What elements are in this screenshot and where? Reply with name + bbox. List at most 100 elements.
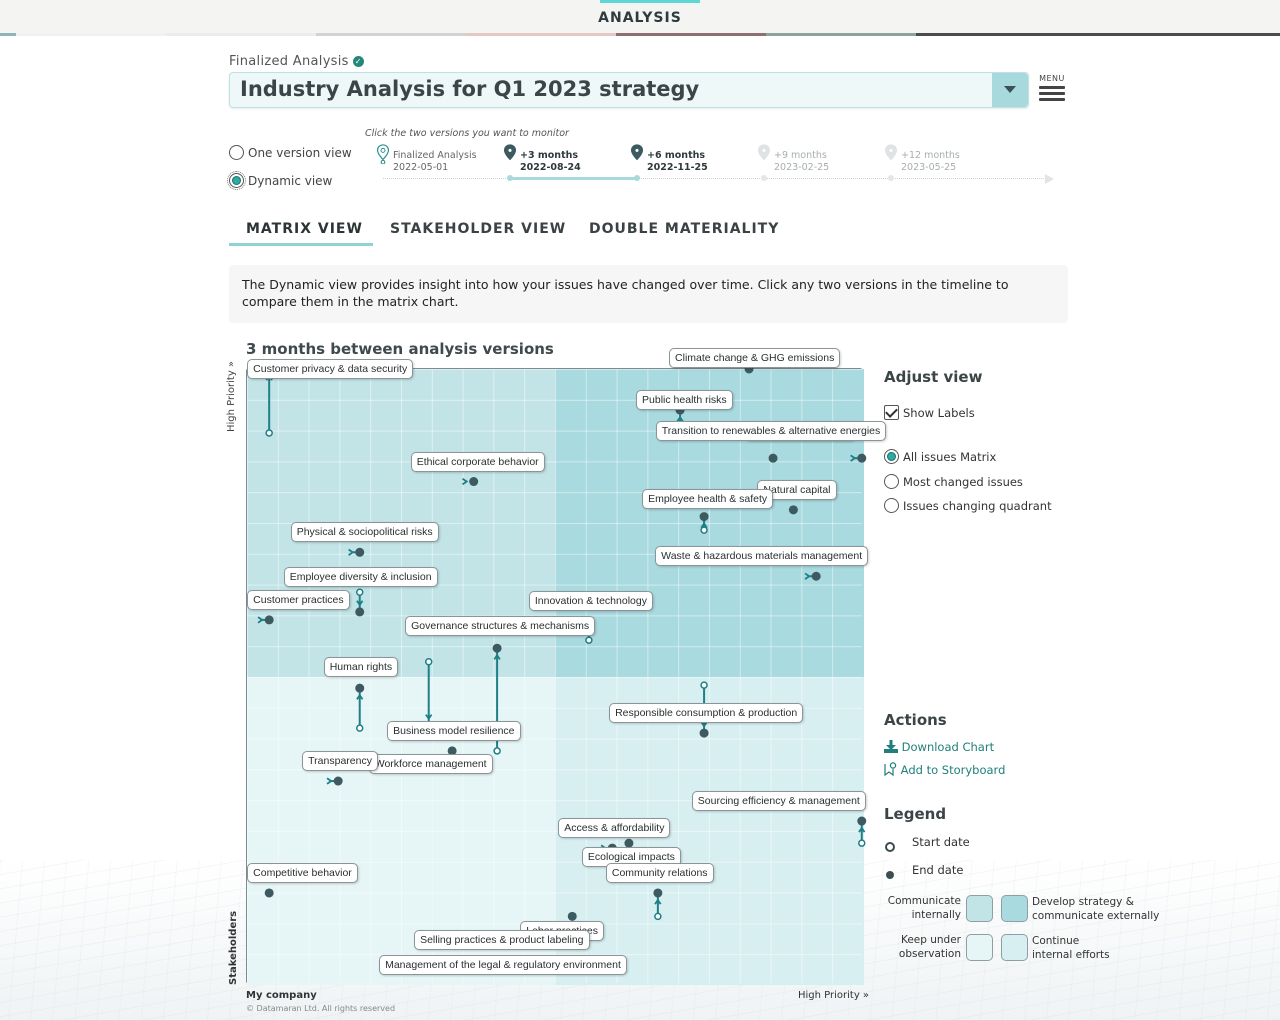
adjust-view-title-wrap: Adjust view xyxy=(884,368,982,386)
legend-quadrant-swatch xyxy=(966,895,993,922)
issue-label[interactable]: Transition to renewables & alternative e… xyxy=(655,421,887,442)
analysis-status: Finalized Analysis ✓ xyxy=(229,54,364,69)
filter-all-issues[interactable]: All issues Matrix xyxy=(884,449,996,464)
issue-label[interactable]: Employee health & safety xyxy=(642,488,774,509)
analysis-title: Industry Analysis for Q1 2023 strategy xyxy=(240,77,700,101)
issue-label[interactable]: Workforce management xyxy=(368,753,493,774)
verified-check-icon: ✓ xyxy=(352,56,364,67)
start-point xyxy=(355,588,364,596)
legend-quadrant-label-line: Develop strategy & xyxy=(1032,896,1134,908)
map-pin-icon xyxy=(757,144,771,161)
color-stripe-segment xyxy=(466,33,616,36)
menu-button[interactable]: MENU xyxy=(1038,74,1066,101)
radio-most-changed[interactable] xyxy=(884,474,899,489)
issue-label[interactable]: Employee diversity & inclusion xyxy=(283,566,438,587)
add-to-storyboard-label: Add to Storyboard xyxy=(900,763,1006,777)
issue-label[interactable]: Access & affordability xyxy=(558,818,671,839)
issue-label[interactable]: Business model resilience xyxy=(387,720,521,741)
issue-label[interactable]: Management of the legal & regulatory env… xyxy=(379,954,627,975)
issue-marker[interactable] xyxy=(699,512,709,534)
radio-changing-quadrant[interactable] xyxy=(884,498,899,513)
legend-start-date: Start date xyxy=(884,835,1084,852)
radio-one-version[interactable] xyxy=(229,145,244,160)
radio-all-issues[interactable] xyxy=(884,449,899,464)
issue-label[interactable]: Physical & sociopolitical risks xyxy=(290,522,439,543)
one-version-view-option[interactable]: One version view xyxy=(229,145,352,160)
info-banner: The Dynamic view provides insight into h… xyxy=(229,265,1068,323)
color-stripe-segment xyxy=(166,33,316,36)
end-date-label: End date xyxy=(912,863,964,877)
show-labels-checkbox[interactable]: Show Labels xyxy=(884,405,975,420)
hamburger-icon xyxy=(1038,86,1066,101)
bookmark-add-icon xyxy=(884,762,897,777)
issue-label[interactable]: Sourcing efficiency & management xyxy=(691,791,866,812)
tab-matrix-view[interactable]: MATRIX VIEW xyxy=(246,221,363,237)
issue-label[interactable]: Climate change & GHG emissions xyxy=(669,348,841,368)
start-point xyxy=(858,839,866,847)
issue-label[interactable]: Customer privacy & data security xyxy=(247,359,414,379)
end-point xyxy=(469,477,479,487)
issue-label[interactable]: Competitive behavior xyxy=(247,862,358,883)
map-pin-icon xyxy=(884,144,898,161)
timeline-version-label: +3 months xyxy=(520,150,579,161)
issue-label[interactable]: Ethical corporate behavior xyxy=(410,451,545,472)
legend-quadrant-label-line: Communicate xyxy=(887,895,961,907)
issue-marker[interactable] xyxy=(355,683,365,732)
issue-label[interactable]: Innovation & technology xyxy=(528,591,653,612)
end-point xyxy=(811,571,821,581)
timeline-end-arrow-icon xyxy=(1045,174,1054,184)
start-point xyxy=(654,912,662,921)
issue-label[interactable]: Customer practices xyxy=(247,589,350,610)
checkbox-checked-icon[interactable] xyxy=(884,405,899,420)
issue-label[interactable]: Selling practices & product labeling xyxy=(414,930,590,950)
dynamic-view-label: Dynamic view xyxy=(248,173,333,188)
download-chart-label: Download Chart xyxy=(901,740,995,754)
timeline-tick xyxy=(888,175,894,181)
tab-double-materiality[interactable]: DOUBLE MATERIALITY xyxy=(589,221,779,237)
issue-label[interactable]: Responsible consumption & production xyxy=(609,703,804,724)
issue-label[interactable]: Waste & hazardous materials management xyxy=(655,546,869,567)
issue-marker[interactable] xyxy=(462,477,479,487)
issue-marker[interactable] xyxy=(355,588,365,617)
color-stripe-segment xyxy=(616,33,766,36)
legend-quadrant-label-line: internally xyxy=(911,909,961,921)
issue-marker[interactable] xyxy=(653,888,663,921)
filter-most-changed[interactable]: Most changed issues xyxy=(884,474,1023,489)
timeline-tick xyxy=(761,175,767,181)
analysis-selector[interactable]: Industry Analysis for Q1 2023 strategy xyxy=(229,72,1029,108)
issue-label[interactable]: Transparency xyxy=(302,751,378,772)
issue-label[interactable]: Public health risks xyxy=(636,390,733,411)
dynamic-view-option[interactable]: Dynamic view xyxy=(227,171,333,190)
issue-marker[interactable] xyxy=(326,776,343,786)
issue-marker[interactable] xyxy=(850,453,867,463)
issue-marker[interactable] xyxy=(348,547,365,557)
issue-marker[interactable] xyxy=(857,816,867,847)
filter-changing-quadrant[interactable]: Issues changing quadrant xyxy=(884,498,1052,513)
timeline-selected-range xyxy=(510,177,637,180)
add-to-storyboard-link[interactable]: Add to Storyboard xyxy=(884,762,1005,777)
issue-marker[interactable] xyxy=(788,505,798,515)
issue-label[interactable]: Community relations xyxy=(605,862,714,883)
filled-circle-icon xyxy=(886,871,894,879)
radio-dynamic-view[interactable] xyxy=(227,171,246,190)
legend-quadrant-label: Communicate internally xyxy=(884,894,961,922)
download-chart-link[interactable]: Download Chart xyxy=(884,740,994,754)
chevron-down-icon[interactable] xyxy=(992,73,1028,107)
issue-marker[interactable] xyxy=(567,911,577,921)
top-bar: ANALYSIS xyxy=(0,0,1280,34)
timeline-version-date: 2022-11-25 xyxy=(647,162,708,173)
one-version-view-label: One version view xyxy=(248,145,352,160)
issue-label[interactable]: Governance structures & mechanisms xyxy=(405,616,596,637)
issue-marker[interactable] xyxy=(257,615,274,625)
issue-marker[interactable] xyxy=(424,657,434,731)
issue-marker[interactable] xyxy=(768,453,778,463)
issue-marker[interactable] xyxy=(804,571,821,581)
tab-stakeholder-view[interactable]: STAKEHOLDER VIEW xyxy=(390,221,566,237)
issue-marker[interactable] xyxy=(264,888,274,898)
end-point xyxy=(768,453,778,463)
issue-label[interactable]: Human rights xyxy=(323,657,399,678)
filter-changing-quadrant-label: Issues changing quadrant xyxy=(903,498,1052,513)
active-section-indicator xyxy=(600,0,700,3)
start-point xyxy=(265,429,273,437)
timeline-version-date: 2022-08-24 xyxy=(520,162,581,173)
